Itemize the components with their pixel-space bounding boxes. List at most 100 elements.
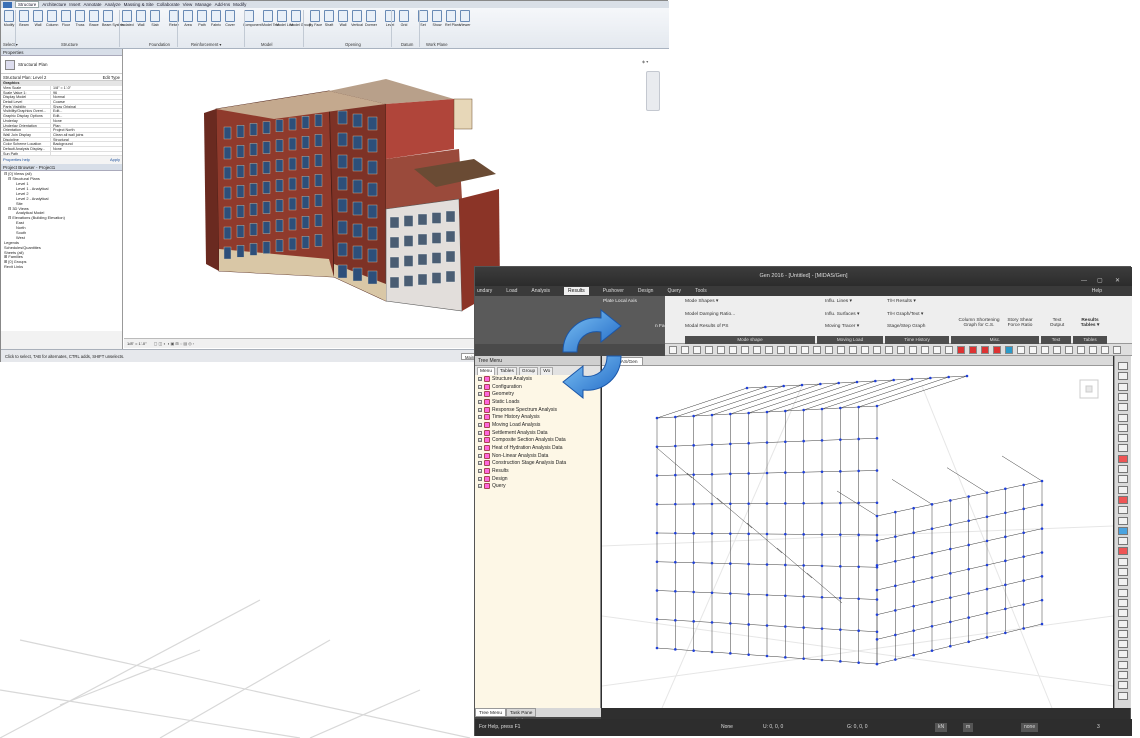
toolbar-button-icon[interactable] xyxy=(1029,346,1037,354)
ribbon-tool[interactable]: Model Text xyxy=(262,10,279,27)
ribbon-tool[interactable]: Path xyxy=(196,10,208,27)
viewcube-icon[interactable]: ◈ ▾ xyxy=(642,59,660,69)
toolbar-button-icon[interactable] xyxy=(1053,346,1061,354)
tab-tools[interactable]: Tools xyxy=(695,288,707,294)
property-value[interactable]: 96 xyxy=(51,91,122,95)
properties-help-link[interactable]: Properties help xyxy=(3,156,30,164)
story-shear-button[interactable]: Story Shear Force Ratio xyxy=(1003,318,1037,328)
th-results-button[interactable]: T/H Results ▾ xyxy=(887,299,916,304)
help-menu[interactable]: Help xyxy=(1092,288,1102,294)
ribbon-panel-label[interactable]: Structure xyxy=(61,42,78,47)
ribbon-tool[interactable]: By Face xyxy=(309,10,322,27)
ribbon-tool[interactable]: Beam System xyxy=(102,10,124,27)
property-value[interactable]: Edit... xyxy=(51,109,122,113)
toolbar-button-icon[interactable] xyxy=(717,346,725,354)
tree-menu-item[interactable]: + Heat of Hydration Analysis Data xyxy=(475,444,600,452)
th-graph-text-button[interactable]: T/H Graph/Text ▾ xyxy=(887,312,923,317)
expand-icon[interactable]: + xyxy=(478,384,482,389)
ribbon-tool[interactable]: Cover xyxy=(224,10,236,27)
toolbar-button-icon[interactable] xyxy=(825,346,833,354)
tab-analyze[interactable]: Analyze xyxy=(105,2,121,7)
toolbar-button-icon[interactable] xyxy=(1077,346,1085,354)
toolbar-button-icon[interactable] xyxy=(705,346,713,354)
text-output-button[interactable]: Text Output xyxy=(1047,318,1067,328)
filter-select[interactable]: none xyxy=(1021,723,1039,732)
toolbar-button-icon[interactable] xyxy=(957,346,965,354)
property-value[interactable]: Normal xyxy=(51,95,122,99)
browser-item[interactable]: Revit Links xyxy=(1,264,122,270)
unit-length-select[interactable]: m xyxy=(963,723,974,732)
influ-lines-button[interactable]: Influ. Lines ▾ xyxy=(825,299,852,304)
results-tables-button[interactable]: Results Tables ▾ xyxy=(1077,318,1103,328)
tab-pushover[interactable]: Pushover xyxy=(603,288,624,294)
side-toolbar-icon[interactable] xyxy=(1118,362,1128,370)
ribbon-tool[interactable]: Beam xyxy=(18,10,30,27)
side-toolbar-icon[interactable] xyxy=(1118,403,1128,412)
side-toolbar-icon[interactable] xyxy=(1118,691,1128,700)
ribbon-tool[interactable]: Model Line xyxy=(276,10,294,27)
tree-menu-item[interactable]: + Response Spectrum Analysis xyxy=(475,406,600,414)
ribbon-tool[interactable]: Brace xyxy=(88,10,100,27)
tab-boundary[interactable]: undary xyxy=(477,288,492,294)
side-toolbar-icon[interactable] xyxy=(1118,660,1128,669)
toolbar-button-icon[interactable] xyxy=(909,346,917,354)
ribbon-tool[interactable]: Shaft xyxy=(323,10,335,27)
expand-icon[interactable]: + xyxy=(478,469,482,474)
expand-icon[interactable]: + xyxy=(478,399,482,404)
property-value[interactable]: 1/8" = 1'-0" xyxy=(51,86,122,90)
toolbar-button-icon[interactable] xyxy=(1101,346,1109,354)
ribbon-tool[interactable]: Rebar xyxy=(168,10,180,27)
ribbon-panel-label[interactable]: Foundation xyxy=(149,42,170,47)
side-toolbar-icon[interactable] xyxy=(1118,434,1128,443)
unit-force-select[interactable]: kN xyxy=(935,723,948,732)
toolbar-button-icon[interactable] xyxy=(753,346,761,354)
toolbar-button-icon[interactable] xyxy=(693,346,701,354)
tab-massing-site[interactable]: Massing & Site xyxy=(124,2,154,7)
ribbon-tool[interactable]: Truss xyxy=(74,10,86,27)
edit-type-button[interactable]: Edit Type xyxy=(103,74,120,80)
side-toolbar-icon[interactable] xyxy=(1118,557,1128,566)
expand-icon[interactable]: + xyxy=(478,438,482,443)
ribbon-tool[interactable]: Floor xyxy=(60,10,72,27)
tree-menu-item[interactable]: + Results xyxy=(475,467,600,475)
expand-icon[interactable]: + xyxy=(478,415,482,420)
toolbar-button-icon[interactable] xyxy=(681,346,689,354)
tab-load[interactable]: Load xyxy=(506,288,517,294)
tree-tab-group[interactable]: Group xyxy=(518,367,539,375)
modal-results-button[interactable]: Modal Results of PS xyxy=(685,324,728,329)
toolbar-button-icon[interactable] xyxy=(813,346,821,354)
property-value[interactable]: Show Original xyxy=(51,105,122,109)
ribbon-panel-label[interactable]: Datum xyxy=(401,42,413,47)
tree-menu-item[interactable]: + Moving Load Analysis xyxy=(475,421,600,429)
expand-icon[interactable]: + xyxy=(478,446,482,451)
property-value[interactable] xyxy=(51,152,122,156)
side-toolbar-icon[interactable] xyxy=(1118,598,1128,607)
side-toolbar-icon[interactable] xyxy=(1118,578,1128,587)
type-selector[interactable]: Structural Plan xyxy=(1,56,122,74)
view-scale[interactable]: 1/8" = 1'-0" xyxy=(127,341,147,346)
toolbar-button-icon[interactable] xyxy=(981,346,989,354)
tree-menu-item[interactable]: + Settlement Analysis Data xyxy=(475,429,600,437)
revit-app-button[interactable] xyxy=(3,1,12,8)
expand-icon[interactable]: + xyxy=(478,461,482,466)
tab-modify[interactable]: Modify xyxy=(233,2,246,7)
toolbar-button-icon[interactable] xyxy=(849,346,857,354)
tree-menu-item[interactable]: + Non-Linear Analysis Data xyxy=(475,452,600,460)
ribbon-tool[interactable]: Modify xyxy=(3,10,15,27)
expand-icon[interactable]: + xyxy=(478,422,482,427)
expand-icon[interactable]: + xyxy=(478,430,482,435)
ribbon-tool[interactable]: Area xyxy=(182,10,194,27)
property-value[interactable]: Plan xyxy=(51,124,122,128)
tab-results[interactable]: Results xyxy=(564,287,589,295)
property-value[interactable]: Edit... xyxy=(51,114,122,118)
ribbon-panel-label[interactable]: Opening xyxy=(345,42,361,47)
tab-architecture[interactable]: Architecture xyxy=(42,2,66,7)
tab-structure[interactable]: Structure xyxy=(15,1,40,8)
plate-local-axis-button[interactable]: Plate Local Axis xyxy=(603,299,637,304)
apply-button[interactable]: Apply xyxy=(110,156,120,164)
side-toolbar-icon[interactable] xyxy=(1118,392,1128,401)
side-toolbar-icon[interactable] xyxy=(1118,629,1128,638)
ribbon-tool[interactable]: Isolated xyxy=(121,10,134,27)
mode-shapes-button[interactable]: Mode Shapes ▾ xyxy=(685,299,718,304)
side-toolbar-icon[interactable] xyxy=(1118,537,1128,546)
